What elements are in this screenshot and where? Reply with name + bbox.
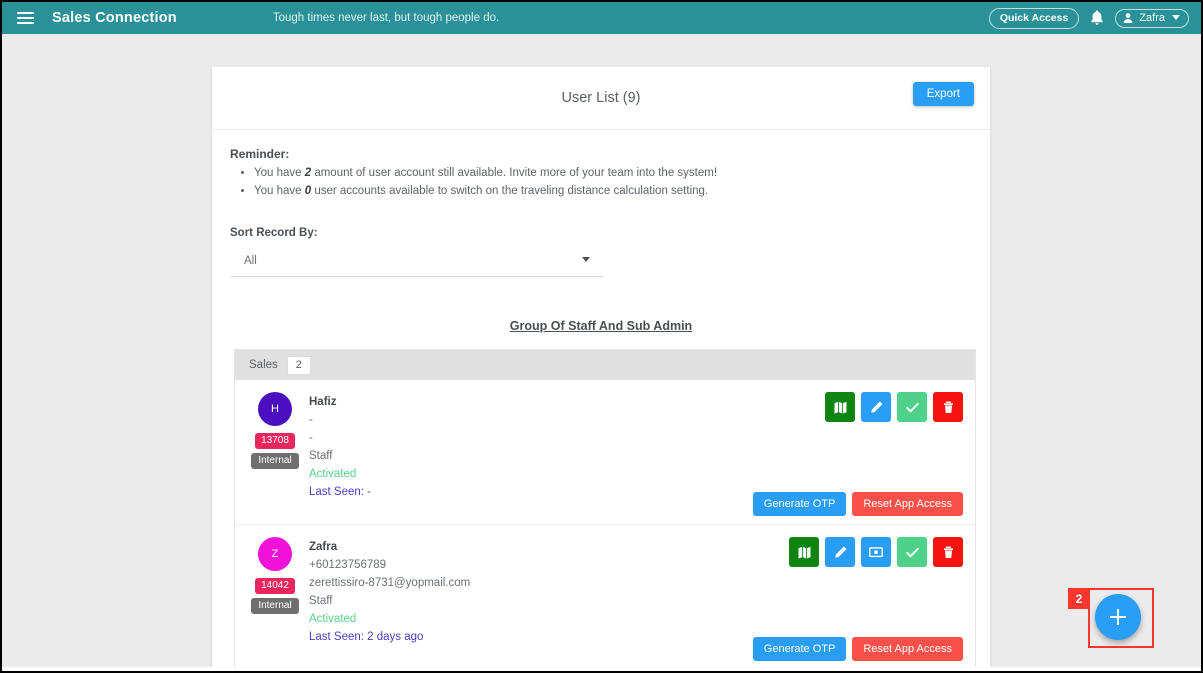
row-actions	[825, 392, 963, 422]
sort-record-label: Sort Record By:	[230, 227, 318, 239]
table-row: H 13708 Internal Hafiz - - Staff Activat…	[235, 380, 975, 525]
pencil-icon[interactable]	[861, 392, 891, 422]
pencil-icon[interactable]	[825, 537, 855, 567]
page-title: User List (9)	[561, 90, 641, 106]
table-row: Z 14042 Internal Zafra +60123756789 zere…	[235, 525, 975, 670]
trash-icon[interactable]	[933, 537, 963, 567]
export-button[interactable]: Export	[912, 82, 974, 106]
generate-otp-button[interactable]: Generate OTP	[752, 637, 847, 661]
bell-icon[interactable]	[1089, 9, 1105, 27]
group-section-heading-label: Group Of Staff And Sub Admin	[509, 319, 693, 333]
motivational-quote: Tough times never last, but tough people…	[272, 12, 500, 24]
group-name: Sales	[249, 359, 278, 371]
row-footer-actions: Generate OTP Reset App Access	[752, 492, 963, 516]
id-card-icon[interactable]	[861, 537, 891, 567]
user-menu-label: Zafra	[1139, 11, 1165, 24]
user-email: -	[309, 432, 313, 444]
user-role: Staff	[309, 595, 333, 607]
app-brand: Sales Connection	[52, 10, 177, 26]
reminder-heading: Reminder:	[230, 147, 290, 161]
sort-record-select[interactable]: All	[230, 247, 604, 277]
person-icon	[1123, 12, 1133, 23]
generate-otp-button[interactable]: Generate OTP	[752, 492, 847, 516]
chevron-down-icon	[582, 257, 590, 262]
sort-record-value: All	[244, 255, 257, 267]
annotation-number: 2	[1068, 588, 1090, 609]
group-count-badge: 2	[286, 355, 311, 375]
trash-icon[interactable]	[933, 392, 963, 422]
reset-app-access-button[interactable]: Reset App Access	[852, 637, 963, 661]
viewport-bottom-edge	[2, 667, 1201, 671]
list-item: You have 2 amount of user account still …	[254, 165, 972, 182]
quick-access-button[interactable]: Quick Access	[988, 7, 1080, 29]
check-icon[interactable]	[897, 537, 927, 567]
user-type-badge: Internal	[251, 598, 299, 614]
staff-group-block: Sales 2 H 13708 Internal Hafiz - - Staff	[234, 349, 976, 670]
check-icon[interactable]	[897, 392, 927, 422]
plus-icon	[1117, 609, 1119, 625]
avatar: H	[258, 392, 292, 426]
card-header: User List (9) Export	[212, 67, 990, 130]
avatar-column: Z 14042 Internal	[247, 537, 303, 659]
user-menu[interactable]: Zafra	[1115, 8, 1189, 28]
user-type-badge: Internal	[251, 453, 299, 469]
reminder-list: You have 2 amount of user account still …	[236, 165, 972, 200]
avatar-column: H 13708 Internal	[247, 392, 303, 514]
status-badge: Activated	[309, 468, 357, 480]
map-icon[interactable]	[789, 537, 819, 567]
user-id-badge: 14042	[255, 578, 295, 594]
top-navbar: Sales Connection Tough times never last,…	[2, 2, 1201, 34]
navbar-right-group: Quick Access Zafra	[988, 7, 1201, 29]
user-email: zerettissiro-8731@yopmail.com	[309, 577, 471, 589]
status-badge: Activated	[309, 613, 357, 625]
reset-app-access-button[interactable]: Reset App Access	[852, 492, 963, 516]
avatar: Z	[258, 537, 292, 571]
group-section-heading: Group Of Staff And Sub Admin	[230, 317, 972, 335]
row-actions	[789, 537, 963, 567]
map-icon[interactable]	[825, 392, 855, 422]
user-id-badge: 13708	[255, 433, 295, 449]
hamburger-icon[interactable]	[10, 12, 40, 24]
add-user-fab[interactable]	[1095, 594, 1141, 640]
app-window: Sales Connection Tough times never last,…	[0, 0, 1203, 673]
row-footer-actions: Generate OTP Reset App Access	[752, 637, 963, 661]
list-item: You have 0 user accounts available to sw…	[254, 183, 972, 200]
user-list-card: User List (9) Export Reminder: You have …	[212, 67, 990, 671]
card-body: Reminder: You have 2 amount of user acco…	[212, 130, 990, 670]
chevron-down-icon	[1172, 15, 1180, 20]
group-header-sales[interactable]: Sales 2	[235, 350, 975, 380]
user-role: Staff	[309, 450, 333, 462]
